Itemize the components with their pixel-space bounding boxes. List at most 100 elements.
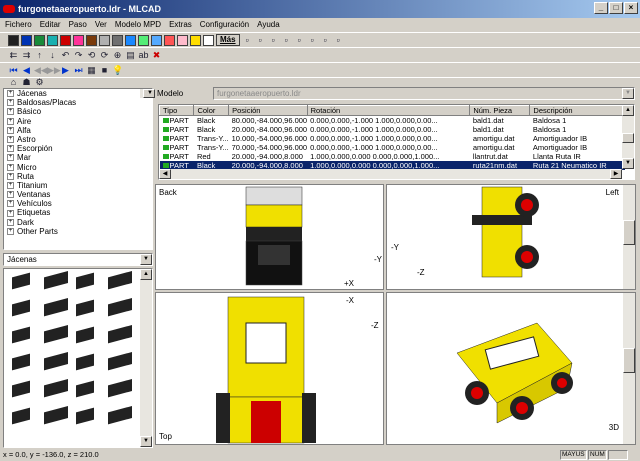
close-button[interactable]: × [624, 2, 638, 14]
expand-icon[interactable]: + [7, 218, 14, 226]
chevron-down-icon[interactable]: ▼ [140, 254, 152, 265]
print-icon[interactable]: ▤ [125, 50, 136, 61]
table-row[interactable]: PART Trans-Y... 70.000,-54.000,96.000 0.000… [160, 143, 625, 152]
rotate-x-icon[interactable]: ⟲ [86, 50, 97, 61]
expand-icon[interactable]: + [7, 154, 14, 162]
more-colors-button[interactable]: Más [216, 34, 240, 46]
menu-item[interactable]: Extras [169, 18, 192, 32]
part-thumbnail[interactable] [108, 270, 132, 290]
part-thumbnail[interactable] [44, 297, 68, 317]
tree-item[interactable]: + Ruta [4, 172, 152, 181]
category-select[interactable]: Jácenas ▼ [3, 253, 153, 266]
expand-icon[interactable]: + [7, 163, 14, 171]
part-thumbnail[interactable] [44, 324, 68, 344]
viewport-top[interactable]: Top -X -Z [155, 292, 384, 445]
color-swatch[interactable] [86, 34, 97, 46]
delete-icon[interactable]: ✖ [151, 50, 162, 61]
chevron-down-icon[interactable]: ▼ [622, 88, 634, 99]
menu-item[interactable]: Paso [69, 18, 87, 32]
color-swatch[interactable] [164, 34, 175, 46]
minimize-button[interactable]: _ [594, 2, 608, 14]
model-select[interactable]: furgonetaaeropuerto.ldr ▼ [213, 87, 635, 100]
color-swatch[interactable] [190, 34, 201, 46]
prev-step-icon[interactable]: ◀ [21, 65, 32, 76]
part-thumbnail[interactable] [76, 353, 94, 371]
color-swatch[interactable] [99, 34, 110, 46]
column-header[interactable]: Núm. Pieza [469, 105, 531, 116]
tree-item[interactable]: + Básico [4, 107, 152, 116]
table-row[interactable]: PART Red 20.000,-94.000,8.000 1.000,0.000,0… [160, 152, 625, 161]
part-thumbnail[interactable] [44, 351, 68, 371]
expand-icon[interactable]: + [7, 200, 14, 208]
expand-icon[interactable]: + [7, 209, 14, 217]
tree-item[interactable]: + Dark [4, 218, 152, 227]
column-header[interactable]: Color [193, 105, 230, 116]
column-header[interactable]: Rotación [306, 105, 471, 116]
tree-item[interactable]: + Alfa [4, 126, 152, 135]
fill-icon[interactable]: ■ [99, 65, 110, 76]
tree-scrollbar[interactable]: ▲▼ [140, 89, 155, 99]
maximize-button[interactable]: □ [609, 2, 623, 14]
expand-icon[interactable]: + [7, 99, 14, 107]
part-thumbnail[interactable] [76, 299, 94, 317]
column-header[interactable]: Descripción [529, 105, 625, 116]
color-swatch[interactable] [125, 34, 136, 46]
rotate-icon[interactable]: ↶ [60, 50, 71, 61]
copy-icon[interactable]: ▫ [294, 35, 305, 46]
tree-item[interactable]: + Escorpión [4, 144, 152, 153]
viewport-left[interactable]: Left -Y -Z [386, 184, 636, 290]
part-thumbnail[interactable] [12, 272, 30, 290]
tree-item[interactable]: + Other Parts [4, 227, 152, 236]
next-step-icon[interactable]: ▶ [60, 65, 71, 76]
expand-icon[interactable]: + [7, 90, 14, 98]
menu-item[interactable]: Fichero [5, 18, 32, 32]
parts-preview[interactable]: ▲ ▼ [3, 268, 153, 448]
move-left-icon[interactable]: ⇇ [8, 50, 19, 61]
tree-item[interactable]: + Micro [4, 163, 152, 172]
tree-item[interactable]: + Ventanas [4, 190, 152, 199]
tool-icon[interactable]: ⌂ [8, 77, 19, 88]
tree-item[interactable]: + Mar [4, 153, 152, 162]
part-thumbnail[interactable] [108, 324, 132, 344]
part-thumbnail[interactable] [44, 405, 68, 425]
expand-icon[interactable]: + [7, 145, 14, 153]
open-icon[interactable]: ▫ [255, 35, 266, 46]
bulb-icon[interactable]: 💡 [112, 65, 123, 76]
tool-icon[interactable]: ⚙ [34, 77, 45, 88]
table-row[interactable]: PART Trans-Y... 10.000,-54.000,96.000 0.000… [160, 134, 625, 143]
rewind-icon[interactable]: ◀◀ [34, 65, 48, 76]
tree-item[interactable]: + Astro [4, 135, 152, 144]
move-right-icon[interactable]: ⇉ [21, 50, 32, 61]
part-thumbnail[interactable] [12, 353, 30, 371]
color-swatch[interactable] [151, 34, 162, 46]
color-swatch[interactable] [112, 34, 123, 46]
forward-icon[interactable]: ▶▶ [47, 65, 61, 76]
part-thumbnail[interactable] [76, 272, 94, 290]
part-thumbnail[interactable] [44, 270, 68, 290]
expand-icon[interactable]: + [7, 172, 14, 180]
undo-icon[interactable]: ▫ [320, 35, 331, 46]
tree-item[interactable]: + Vehículos [4, 199, 152, 208]
menu-item[interactable]: Configuración [200, 18, 249, 32]
part-thumbnail[interactable] [108, 351, 132, 371]
move-down-icon[interactable]: ↓ [47, 50, 58, 61]
rotate-icon[interactable]: ↷ [73, 50, 84, 61]
menu-item[interactable]: Ver [95, 18, 107, 32]
paste-icon[interactable]: ▫ [307, 35, 318, 46]
column-header[interactable]: Posición [228, 105, 308, 116]
table-row[interactable]: PART Black 20.000,-84.000,96.000 0.000,0.00… [160, 125, 625, 134]
preview-scrollbar[interactable]: ▲ ▼ [140, 269, 152, 447]
part-thumbnail[interactable] [12, 380, 30, 398]
color-swatch[interactable] [60, 34, 71, 46]
tree-item[interactable]: + Etiquetas [4, 208, 152, 217]
cut-icon[interactable]: ▫ [281, 35, 292, 46]
help-icon[interactable]: ▫ [333, 35, 344, 46]
tree-item[interactable]: + Aire [4, 117, 152, 126]
new-file-icon[interactable]: ▫ [242, 35, 253, 46]
color-swatch[interactable] [34, 34, 45, 46]
table-row[interactable]: PART Black 80.000,-84.000,96.000 0.000,0.00… [160, 116, 625, 125]
expand-icon[interactable]: + [7, 181, 14, 189]
expand-icon[interactable]: + [7, 108, 14, 116]
color-swatch[interactable] [21, 34, 32, 46]
part-thumbnail[interactable] [12, 407, 30, 425]
